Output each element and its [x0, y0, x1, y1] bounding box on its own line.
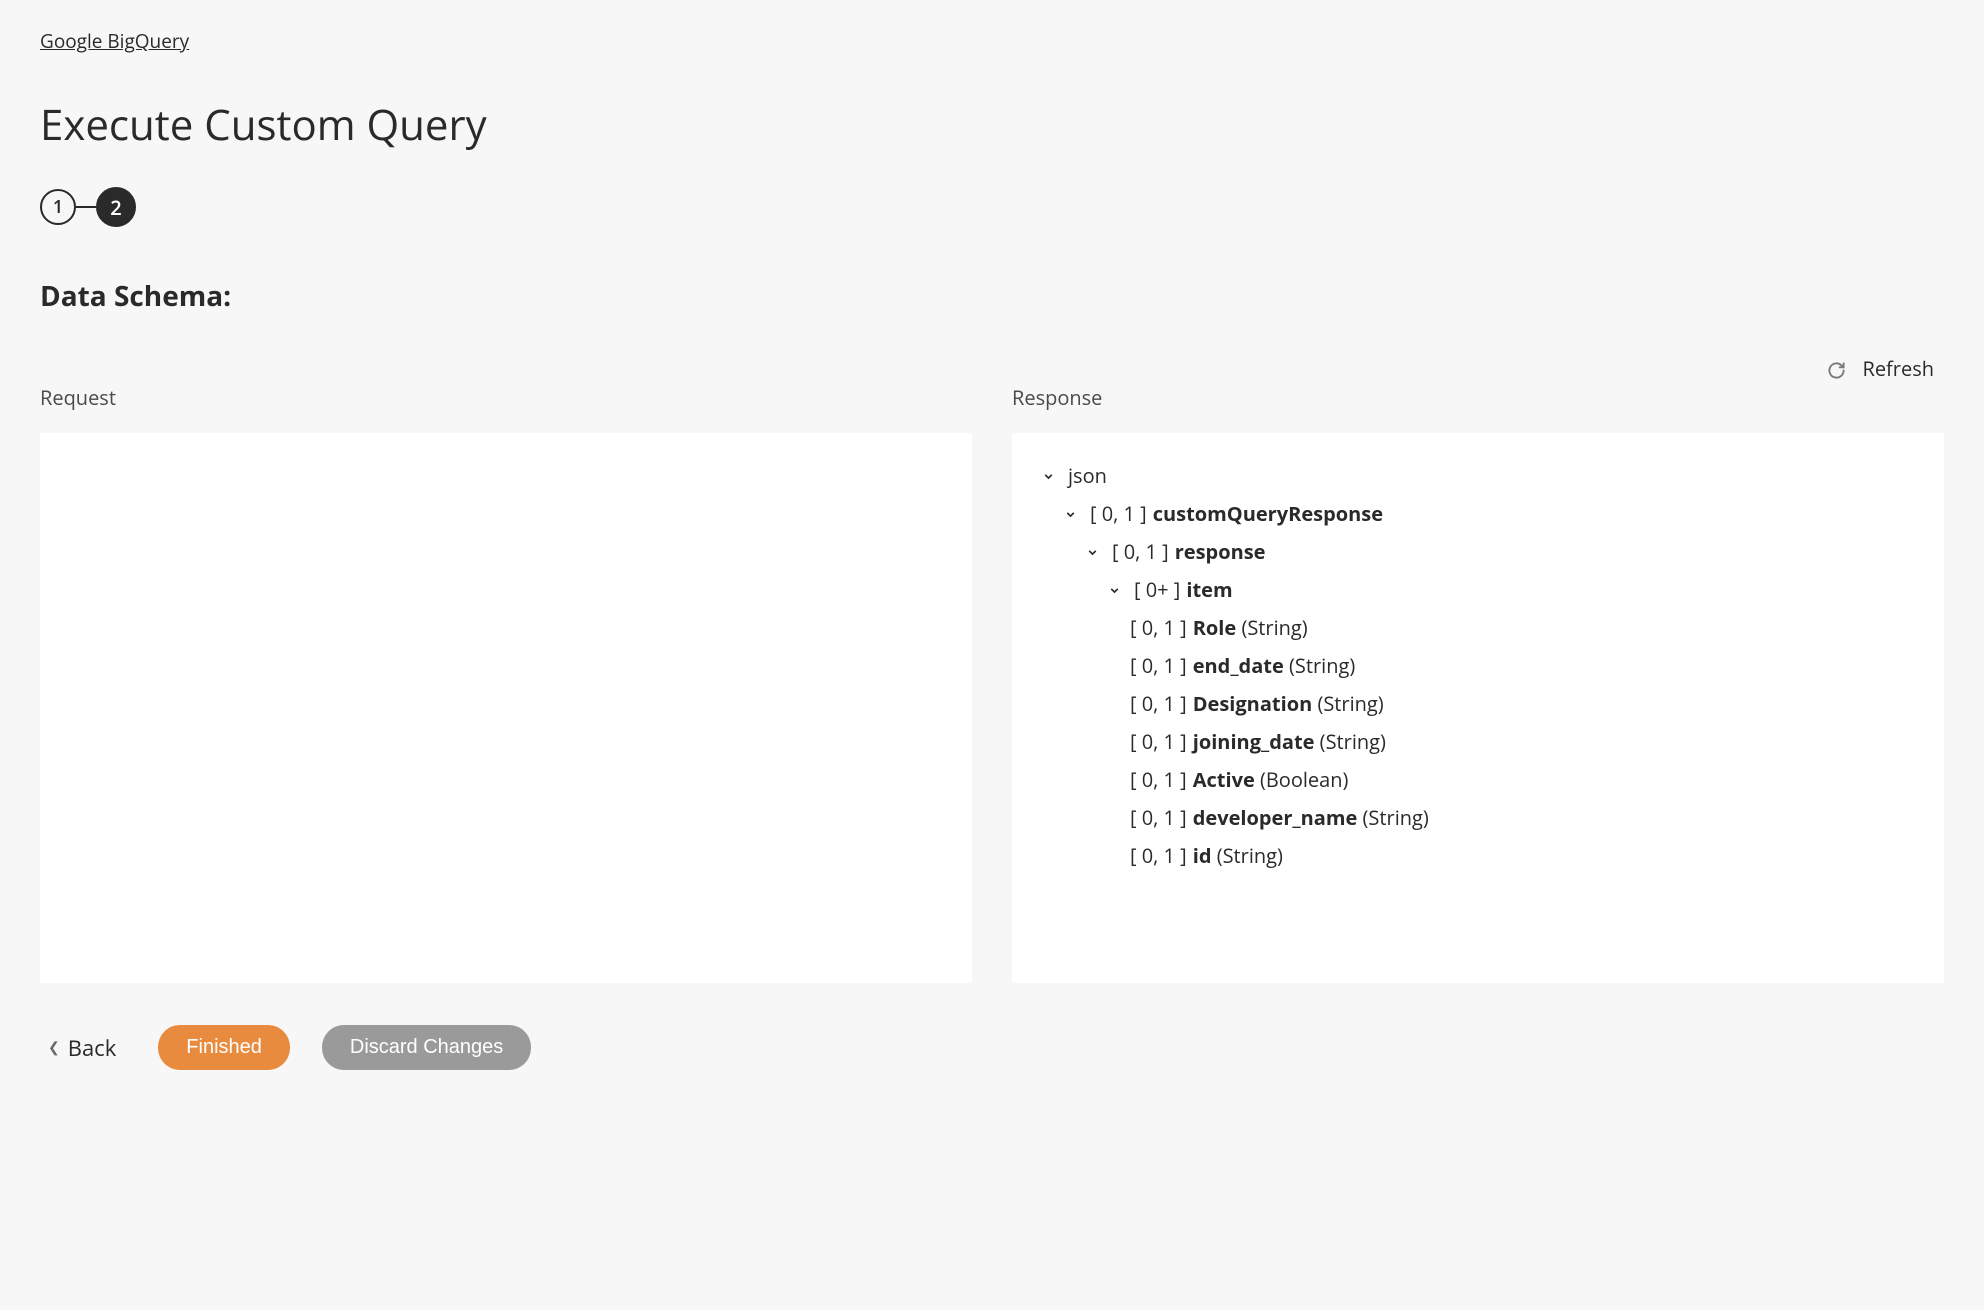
refresh-button[interactable]: Refresh	[1827, 355, 1934, 382]
field-type: (String)	[1317, 685, 1383, 723]
chevron-down-icon[interactable]	[1042, 470, 1056, 483]
chevron-down-icon[interactable]	[1086, 546, 1100, 559]
tree-node-json[interactable]: json	[1042, 457, 1914, 495]
tree-field-id[interactable]: [ 0, 1 ] id (String)	[1042, 837, 1914, 875]
request-panel-label: Request	[40, 384, 972, 411]
breadcrumb[interactable]: Google BigQuery	[40, 28, 189, 54]
cardinality: [ 0, 1 ]	[1130, 685, 1187, 723]
tree-node-label: json	[1068, 457, 1107, 495]
chevron-down-icon[interactable]	[1064, 508, 1078, 521]
cardinality: [ 0, 1 ]	[1130, 799, 1187, 837]
cardinality: [ 0, 1 ]	[1090, 495, 1147, 533]
back-label: Back	[68, 1033, 117, 1063]
section-title-data-schema: Data Schema:	[40, 277, 1944, 315]
tree-node-response[interactable]: [ 0, 1 ] response	[1042, 533, 1914, 571]
field-name: response	[1175, 533, 1266, 571]
cardinality: [ 0, 1 ]	[1130, 761, 1187, 799]
field-type: (Boolean)	[1260, 761, 1348, 799]
field-name: Designation	[1193, 685, 1313, 723]
back-button[interactable]: ❮ Back	[48, 1033, 116, 1063]
cardinality: [ 0+ ]	[1134, 571, 1180, 609]
chevron-down-icon[interactable]	[1108, 584, 1122, 597]
response-panel[interactable]: json [ 0, 1 ] customQueryResponse [ 0, 1…	[1012, 433, 1944, 983]
field-type: (String)	[1363, 799, 1429, 837]
cardinality: [ 0, 1 ]	[1130, 837, 1187, 875]
field-name: item	[1186, 571, 1232, 609]
request-panel[interactable]	[40, 433, 972, 983]
field-name: joining_date	[1193, 723, 1315, 761]
stepper: 1 2	[40, 187, 1944, 227]
finished-button[interactable]: Finished	[158, 1025, 290, 1070]
tree-node-customqueryresponse[interactable]: [ 0, 1 ] customQueryResponse	[1042, 495, 1914, 533]
tree-field-designation[interactable]: [ 0, 1 ] Designation (String)	[1042, 685, 1914, 723]
tree-field-joining-date[interactable]: [ 0, 1 ] joining_date (String)	[1042, 723, 1914, 761]
cardinality: [ 0, 1 ]	[1130, 723, 1187, 761]
cardinality: [ 0, 1 ]	[1130, 609, 1187, 647]
tree-field-role[interactable]: [ 0, 1 ] Role (String)	[1042, 609, 1914, 647]
field-name: customQueryResponse	[1153, 495, 1383, 533]
field-name: end_date	[1193, 647, 1284, 685]
field-name: id	[1193, 837, 1212, 875]
field-type: (String)	[1217, 837, 1283, 875]
field-name: Active	[1193, 761, 1255, 799]
tree-field-active[interactable]: [ 0, 1 ] Active (Boolean)	[1042, 761, 1914, 799]
chevron-left-icon: ❮	[48, 1038, 60, 1057]
response-panel-label: Response	[1012, 384, 1944, 411]
cardinality: [ 0, 1 ]	[1112, 533, 1169, 571]
tree-field-end-date[interactable]: [ 0, 1 ] end_date (String)	[1042, 647, 1914, 685]
refresh-icon	[1827, 359, 1846, 378]
step-1[interactable]: 1	[40, 189, 76, 225]
step-2[interactable]: 2	[96, 187, 136, 227]
field-type: (String)	[1289, 647, 1355, 685]
field-name: developer_name	[1193, 799, 1358, 837]
field-name: Role	[1193, 609, 1237, 647]
refresh-label: Refresh	[1862, 355, 1934, 382]
tree-field-developer-name[interactable]: [ 0, 1 ] developer_name (String)	[1042, 799, 1914, 837]
discard-changes-button[interactable]: Discard Changes	[322, 1025, 531, 1070]
page-title: Execute Custom Query	[40, 96, 1944, 153]
cardinality: [ 0, 1 ]	[1130, 647, 1187, 685]
tree-node-item[interactable]: [ 0+ ] item	[1042, 571, 1914, 609]
field-type: (String)	[1320, 723, 1386, 761]
field-type: (String)	[1241, 609, 1307, 647]
step-connector	[76, 206, 96, 208]
